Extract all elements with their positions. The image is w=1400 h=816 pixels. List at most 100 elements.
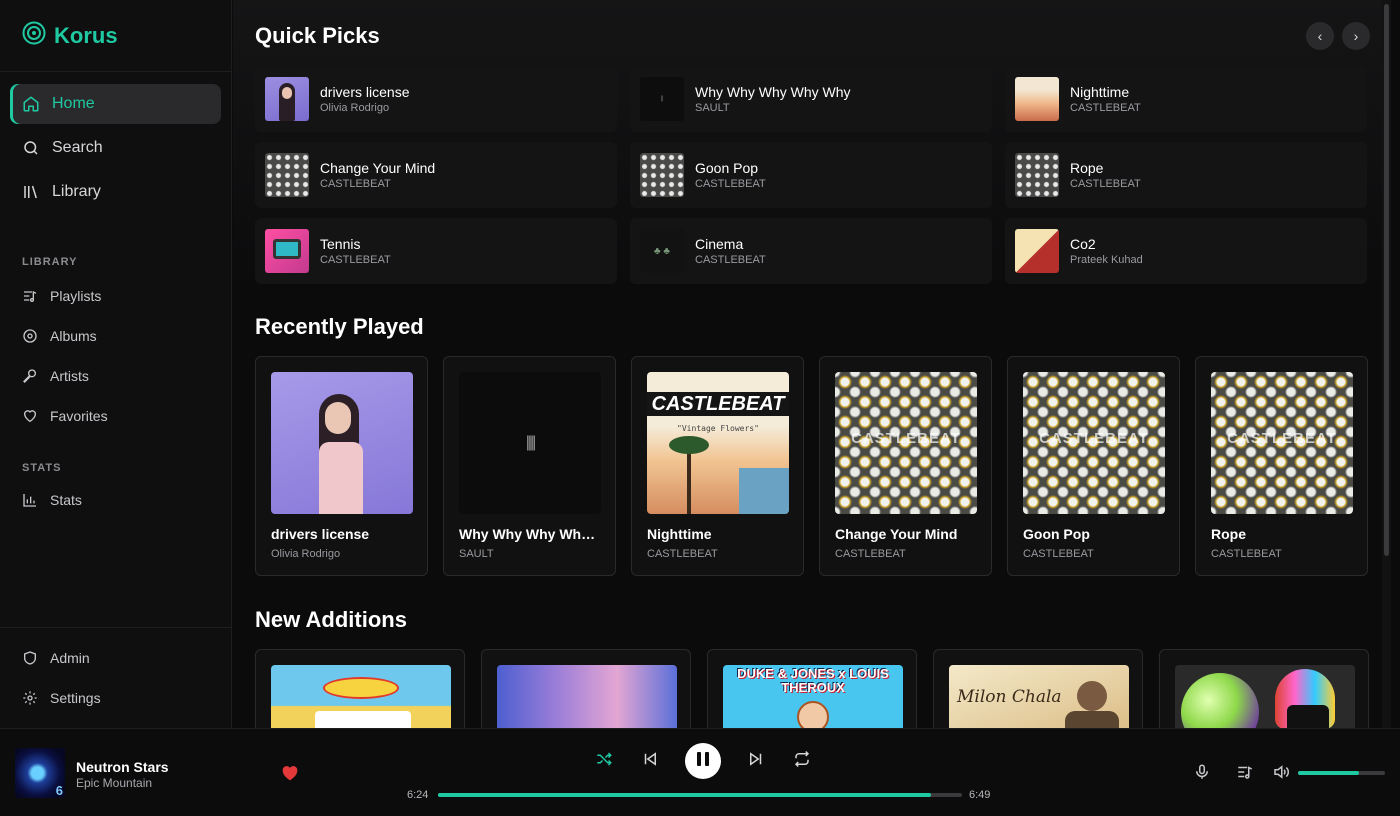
track-title: Nighttime [647, 526, 712, 542]
playback-controls [593, 743, 813, 779]
volume-button[interactable] [1271, 764, 1291, 784]
previous-track-button[interactable] [639, 750, 661, 772]
album-art [640, 153, 684, 197]
album-art [265, 153, 309, 197]
album-art: CASTLEBEAT [835, 372, 977, 514]
lyrics-button[interactable] [1192, 764, 1212, 784]
recent-card[interactable]: CASTLEBEAT Rope CASTLEBEAT [1195, 356, 1368, 576]
recent-card[interactable]: CASTLEBEAT Change Your Mind CASTLEBEAT [819, 356, 992, 576]
track-artist: CASTLEBEAT [1070, 178, 1141, 190]
nav-settings[interactable]: Settings [0, 678, 231, 718]
heart-icon [22, 408, 38, 424]
art-text: CASTLEBEAT [851, 430, 961, 447]
track-artist: Olivia Rodrigo [271, 548, 341, 560]
nav-favorites-label: Favorites [50, 408, 108, 424]
nav-library[interactable]: Library [10, 172, 221, 212]
nav-home[interactable]: Home [10, 84, 221, 124]
nav-search[interactable]: Search [10, 128, 221, 168]
track-artist: Olivia Rodrigo [320, 102, 390, 114]
quick-pick-item[interactable]: Co2 Prateek Kuhad [1005, 218, 1367, 284]
recent-card[interactable]: drivers license Olivia Rodrigo [255, 356, 428, 576]
new-addition-card[interactable] [1159, 649, 1369, 728]
nav-artists[interactable]: Artists [0, 356, 231, 396]
repeat-button[interactable] [791, 750, 813, 772]
quick-picks-pager: ‹ › [1306, 22, 1370, 50]
nav-artists-label: Artists [50, 368, 89, 384]
player-bar: 6 Neutron Stars Epic Mountain 6:24 6:49 [0, 728, 1400, 816]
quick-pick-item[interactable]: ♣ ♣ Cinema CASTLEBEAT [630, 218, 992, 284]
like-button[interactable] [281, 765, 299, 786]
track-artist: CASTLEBEAT [1070, 102, 1141, 114]
queue-button[interactable] [1235, 764, 1255, 784]
album-art [271, 665, 451, 728]
total-time: 6:49 [969, 789, 991, 801]
track-title: Tennis [320, 236, 361, 252]
home-icon [22, 95, 40, 113]
track-title: Rope [1070, 160, 1104, 176]
album-art [265, 229, 309, 273]
album-art: ♣ ♣ [640, 229, 684, 273]
track-title: Change Your Mind [835, 526, 958, 542]
main-content: Quick Picks ‹ › drivers license Olivia Ro… [233, 0, 1391, 728]
nav-stats[interactable]: Stats [0, 480, 231, 520]
shuffle-button[interactable] [593, 750, 615, 772]
album-icon [22, 328, 38, 344]
quick-pick-item[interactable]: Change Your Mind CASTLEBEAT [255, 142, 617, 208]
volume-slider[interactable] [1298, 771, 1385, 775]
scrollbar-thumb[interactable] [1384, 4, 1389, 556]
track-artist: SAULT [459, 548, 494, 560]
shuffle-icon [595, 750, 613, 773]
quick-pick-item[interactable]: Tennis CASTLEBEAT [255, 218, 617, 284]
library-icon [22, 183, 40, 201]
progress-bar[interactable] [438, 793, 962, 797]
album-art: |||| [459, 372, 601, 514]
track-artist: CASTLEBEAT [320, 254, 391, 266]
logo-icon [22, 21, 46, 50]
quick-pick-item[interactable]: drivers license Olivia Rodrigo [255, 66, 617, 132]
next-track-button[interactable] [745, 750, 767, 772]
track-title: drivers license [271, 526, 370, 542]
nav-home-label: Home [52, 95, 95, 112]
skip-forward-icon [747, 750, 765, 773]
quick-pick-item[interactable]: Goon Pop CASTLEBEAT [630, 142, 992, 208]
nav-admin-label: Admin [50, 650, 90, 666]
next-button[interactable]: › [1342, 22, 1370, 50]
new-addition-card[interactable] [481, 649, 691, 728]
nav-settings-label: Settings [50, 690, 101, 706]
recently-played-title: Recently Played [255, 314, 424, 339]
recent-card[interactable]: CASTLEBEAT Goon Pop CASTLEBEAT [1007, 356, 1180, 576]
gear-icon [22, 690, 38, 706]
new-addition-card[interactable]: Milon Chala [933, 649, 1143, 728]
album-art [271, 372, 413, 514]
nav-favorites[interactable]: Favorites [0, 396, 231, 436]
new-addition-card[interactable] [255, 649, 465, 728]
now-playing-artist: Epic Mountain [76, 776, 153, 790]
album-art: CASTLEBEAT "Vintage Flowers" [647, 372, 789, 514]
app-name: Korus [54, 22, 118, 48]
main-scrollbar[interactable] [1382, 0, 1391, 728]
now-playing-art: 6 [15, 748, 65, 798]
nav-albums[interactable]: Albums [0, 316, 231, 356]
new-additions-title: New Additions [255, 607, 407, 632]
search-icon [22, 139, 40, 157]
microphone-icon [1193, 763, 1211, 786]
recent-card[interactable]: |||| Why Why Why Why ... SAULT [443, 356, 616, 576]
track-artist: SAULT [695, 102, 730, 114]
new-addition-card[interactable]: DUKE & JONES x LOUIS THEROUX [707, 649, 917, 728]
playlist-icon [22, 288, 38, 304]
recent-card[interactable]: CASTLEBEAT "Vintage Flowers" Nighttime C… [631, 356, 804, 576]
track-title: drivers license [320, 84, 410, 100]
nav-library-label: Library [52, 183, 101, 200]
nav-playlists[interactable]: Playlists [0, 276, 231, 316]
quick-picks-grid: drivers license Olivia Rodrigo || Why Why… [255, 66, 1368, 284]
stats-list: Stats [0, 480, 231, 520]
quick-pick-item[interactable]: Rope CASTLEBEAT [1005, 142, 1367, 208]
pause-button[interactable] [685, 743, 721, 779]
previous-button[interactable]: ‹ [1306, 22, 1334, 50]
nav-albums-label: Albums [50, 328, 97, 344]
chevron-right-icon: › [1353, 28, 1359, 44]
brand[interactable]: Korus [0, 0, 231, 72]
nav-admin[interactable]: Admin [0, 638, 231, 678]
quick-pick-item[interactable]: Nighttime CASTLEBEAT [1005, 66, 1367, 132]
quick-pick-item[interactable]: || Why Why Why Why Why SAULT [630, 66, 992, 132]
